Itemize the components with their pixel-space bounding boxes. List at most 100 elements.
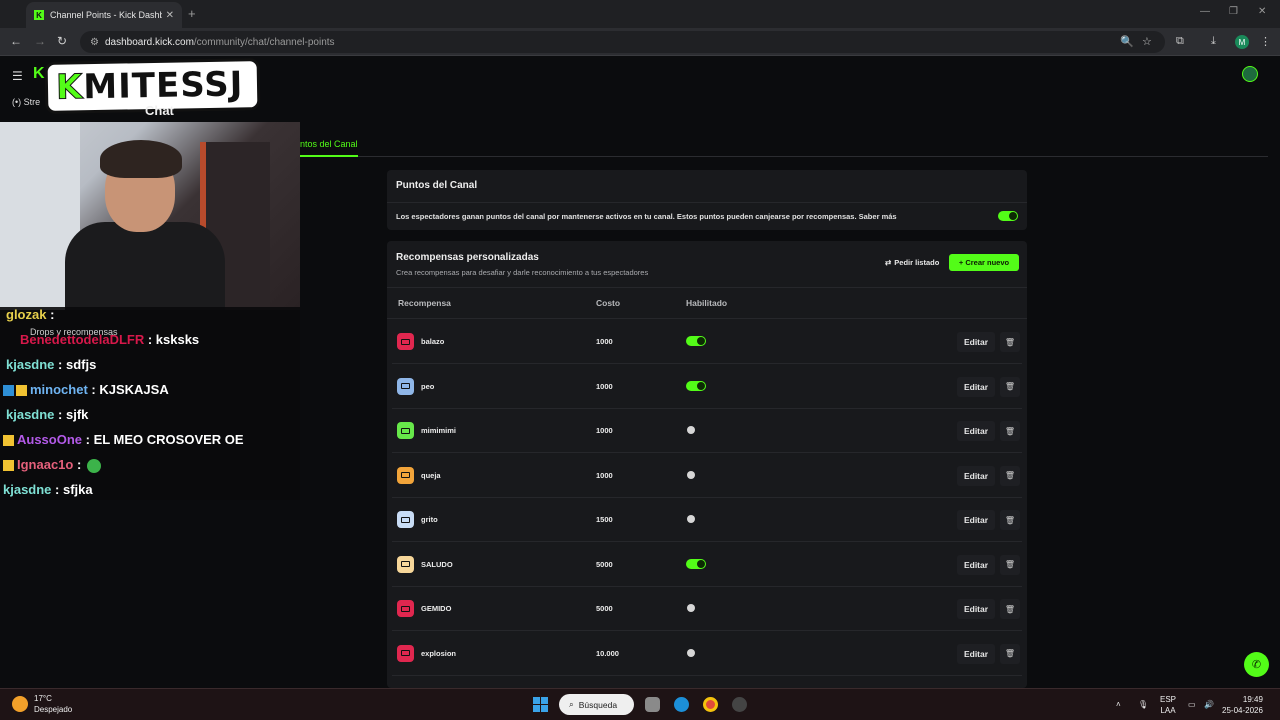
edit-reward-button[interactable]: Editar [957,643,995,664]
search-icon: ⌕ [569,699,574,709]
file-explorer-icon[interactable] [645,697,660,712]
delete-trash-icon[interactable]: 🗑 [1000,465,1020,486]
delete-trash-icon[interactable]: 🗑 [1000,332,1020,352]
chat-message: Ignaac1o : [3,457,102,473]
col-reward-header: Recompensa [398,298,451,308]
reward-name: grito [421,515,438,524]
obs-icon[interactable] [732,697,747,712]
maximize-icon[interactable]: ❐ [1229,6,1238,17]
browser-tab[interactable]: K Channel Points - Kick Dashboar ✕ [26,2,182,28]
chat-message: kjasdne : sdfjs [6,357,97,372]
edit-reward-button[interactable]: Editar [957,599,995,619]
menu-dots-icon[interactable]: ⋮ [1260,35,1271,48]
url-host: dashboard.kick.com [104,36,194,48]
user-avatar[interactable] [1242,66,1258,82]
reward-row: mimimimi 1000 Editar 🗑 [392,409,1022,453]
list-icon: ⇄ [885,258,892,267]
bookmark-star-icon[interactable]: ☆ [1142,35,1152,48]
reward-enabled-toggle[interactable] [686,336,706,346]
help-chat-button[interactable]: ✆ [1244,652,1269,677]
reward-enabled-toggle[interactable] [686,648,706,658]
close-tab-icon[interactable]: ✕ [166,10,174,21]
network-icon[interactable]: ▭ [1188,699,1196,710]
tray-chevron-icon[interactable]: ˄ [1116,699,1121,710]
delete-trash-icon[interactable]: 🗑 [1000,421,1020,441]
language-indicator[interactable]: ESP LAA [1160,694,1176,716]
taskbar-search[interactable]: ⌕ Búsqueda [559,694,634,715]
site-info-icon[interactable]: ⚙ [90,37,99,48]
reward-row: explosion 10.000 Editar 🗑 [392,632,1022,676]
chrome-icon[interactable] [703,697,718,712]
reward-name: mimimimi [421,426,457,435]
sun-icon [12,696,28,712]
reward-icon [397,333,414,350]
reward-cost: 10.000 [596,648,619,658]
zoom-icon[interactable]: 🔍 [1120,35,1134,48]
minimize-icon[interactable]: — [1200,6,1210,17]
back-icon[interactable]: ← [10,34,22,48]
reward-enabled-toggle[interactable] [686,514,706,524]
reward-icon [397,555,414,573]
windows-start-icon[interactable] [533,697,548,712]
stream-nav-label[interactable]: (•) Stre [12,97,40,107]
channel-points-description: Los espectadores ganan puntos del canal … [396,212,897,221]
chat-message: kjasdne : sfjka [3,482,93,497]
edit-reward-button[interactable]: Editar [957,421,995,441]
reward-enabled-toggle[interactable] [686,425,706,435]
profile-avatar[interactable]: M [1235,35,1249,49]
hamburger-menu-icon[interactable]: ☰ [12,69,23,83]
address-toolbar: ← → ↻ ⚙ dashboard.kick.com /community/ch… [0,28,1280,56]
chat-message: AussoOne : EL MEO CROSOVER OE [3,432,244,447]
reward-row: SALUDO 5000 Editar 🗑 [392,543,1022,587]
tab-channel-points[interactable]: ntos del Canal [300,139,358,157]
chat-overlay: glozak : Drops y recompensas Benedettode… [0,307,300,500]
channel-points-title: Puntos del Canal [396,180,478,191]
reward-enabled-toggle[interactable] [686,603,706,613]
kick-favicon-icon: K [34,10,44,20]
reward-enabled-toggle[interactable] [686,380,706,391]
create-new-button[interactable]: + Crear nuevo [949,254,1019,271]
delete-trash-icon[interactable]: 🗑 [1000,554,1020,575]
col-cost-header: Costo [596,298,621,308]
mic-icon[interactable]: 🎙 [1138,699,1148,710]
channel-points-toggle[interactable] [998,211,1018,221]
edge-icon[interactable] [674,697,689,712]
edit-reward-button[interactable]: Editar [957,510,995,530]
download-icon[interactable]: ⤓ [1211,35,1216,48]
edit-reward-button[interactable]: Editar [957,332,995,352]
reward-name: SALUDO [421,559,453,569]
extensions-icon[interactable]: ⧉ [1176,35,1184,48]
clock[interactable]: 19:49 25-04-2026 [1222,694,1263,716]
new-tab-icon[interactable]: + [188,6,196,21]
request-list-button[interactable]: ⇄ Pedir listado [881,254,943,271]
tab-title: Channel Points - Kick Dashboar [50,10,162,20]
reward-row: GEMIDO 5000 Editar 🗑 [392,587,1022,631]
chat-message: glozak : [6,307,55,322]
edit-reward-button[interactable]: Editar [957,465,995,486]
reward-row: queja 1000 Editar 🗑 [392,454,1022,498]
webcam-overlay [0,122,300,310]
kick-logo-icon[interactable]: K [33,65,45,83]
volume-icon[interactable]: 🔊 [1204,699,1214,710]
reward-cost: 1000 [596,381,613,391]
delete-trash-icon[interactable]: 🗑 [1000,599,1020,619]
reward-cost: 5000 [596,559,613,569]
url-field[interactable]: ⚙ dashboard.kick.com /community/chat/cha… [80,31,1165,53]
edit-reward-button[interactable]: Editar [957,376,995,397]
rewards-subtitle: Crea recompensas para desafiar y darle r… [396,268,649,277]
delete-trash-icon[interactable]: 🗑 [1000,643,1020,664]
delete-trash-icon[interactable]: 🗑 [1000,376,1020,397]
reward-row: grito 1500 Editar 🗑 [392,498,1022,542]
reward-enabled-toggle[interactable] [686,558,706,569]
delete-trash-icon[interactable]: 🗑 [1000,510,1020,530]
reward-name: GEMIDO [421,604,452,613]
edit-reward-button[interactable]: Editar [957,554,995,575]
close-window-icon[interactable]: ✕ [1258,6,1266,17]
crown-badge-icon [16,385,27,397]
reward-enabled-toggle[interactable] [686,470,706,480]
weather-widget[interactable]: 17°C Despejado [12,693,72,715]
forward-icon[interactable]: → [34,34,46,48]
reward-row: balazo 1000 Editar 🗑 [392,320,1022,364]
reload-icon[interactable]: ↻ [57,34,67,48]
reward-icon [397,422,414,439]
